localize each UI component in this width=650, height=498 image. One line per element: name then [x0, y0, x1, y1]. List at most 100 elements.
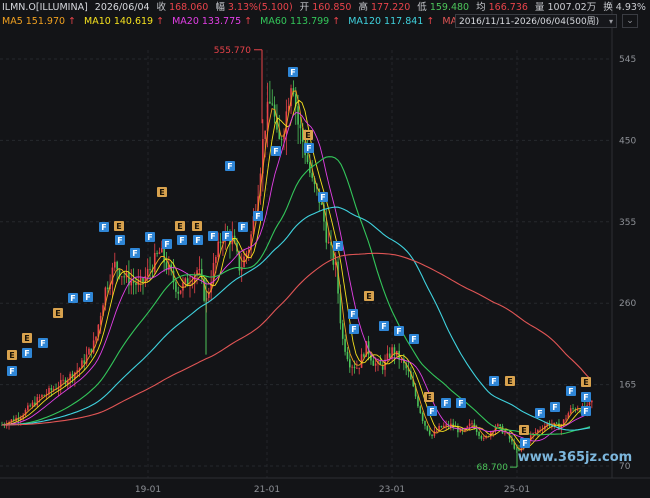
candle-body	[95, 336, 97, 341]
candle-body	[50, 388, 53, 391]
candle-body	[356, 367, 358, 369]
event-marker-e: E	[192, 221, 202, 231]
marker-label: F	[583, 407, 588, 416]
event-marker-f: F	[456, 398, 466, 408]
marker-label: F	[537, 409, 542, 418]
marker-label: E	[583, 378, 588, 387]
event-marker-f: F	[238, 222, 248, 232]
event-marker-f: F	[349, 324, 359, 334]
event-marker-e: E	[7, 350, 17, 360]
candle-body	[443, 425, 445, 428]
candle-body	[198, 269, 201, 271]
candle-body	[325, 221, 328, 243]
event-marker-f: F	[253, 211, 263, 221]
event-marker-f: F	[566, 386, 576, 396]
event-marker-f: F	[38, 338, 48, 348]
marker-label: E	[55, 309, 60, 318]
event-marker-f: F	[394, 326, 404, 336]
event-marker-f: F	[304, 143, 314, 153]
quote-field-value: 166.736	[488, 2, 528, 13]
event-marker-f: F	[520, 438, 530, 448]
marker-label: F	[429, 407, 434, 416]
ma-legend-item: MA5 151.970	[2, 16, 66, 27]
event-marker-f: F	[581, 392, 591, 402]
marker-label: F	[381, 322, 386, 331]
candle-body	[468, 423, 471, 427]
candle-body	[158, 252, 161, 254]
quote-info-row: ILMN.O[ILLUMINA] 2026/06/04 收 168.060 幅 3.13%…	[0, 1, 650, 14]
candle-body	[161, 248, 163, 253]
event-marker-f: F	[379, 321, 389, 331]
quote-field-label: 收	[156, 2, 167, 13]
candle-body	[499, 424, 501, 427]
candle-body	[320, 203, 323, 205]
event-marker-f: F	[535, 408, 545, 418]
event-marker-f: F	[441, 398, 451, 408]
candlestick-chart[interactable]: 5454503552601657019-01 21-01 23-01 25-01555…	[0, 0, 650, 498]
event-marker-e: E	[364, 291, 374, 301]
candle-body	[130, 281, 133, 286]
event-marker-f: F	[333, 241, 343, 251]
marker-label: F	[195, 236, 200, 245]
event-marker-f: F	[99, 222, 109, 232]
quote-field-label: 开	[299, 2, 310, 13]
marker-label: F	[290, 68, 295, 77]
marker-label: F	[522, 439, 527, 448]
marker-label: F	[273, 147, 278, 156]
candle-body	[421, 413, 424, 421]
date-range-value: 2016/11/11-2026/06/04(500周)	[459, 17, 600, 27]
x-tick-label: 21-01	[254, 485, 280, 495]
candle-body	[38, 397, 41, 398]
candle-body	[480, 435, 483, 439]
marker-label: F	[227, 162, 232, 171]
marker-label: E	[305, 131, 310, 140]
marker-label: F	[24, 349, 29, 358]
candle-body	[426, 425, 429, 431]
event-marker-f: F	[288, 67, 298, 77]
candle-body	[388, 353, 391, 358]
candle-body	[62, 379, 64, 381]
candle-body	[351, 366, 353, 368]
candle-body	[349, 359, 351, 368]
candle-body	[569, 408, 572, 414]
candle-body	[116, 261, 118, 270]
marker-label: F	[335, 242, 340, 251]
quote-field-label: 幅	[215, 2, 225, 13]
quote-field-value: 4.93%	[615, 2, 646, 13]
marker-label: E	[159, 188, 164, 197]
candle-body	[264, 130, 266, 140]
marker-label: E	[507, 377, 512, 386]
candle-body	[269, 101, 271, 104]
candle-body	[184, 278, 187, 283]
candle-body	[106, 287, 109, 289]
candle-body	[576, 409, 579, 411]
event-markers: FE FEFEF FF EFFFEFEFEF F FFFFFFEFFFFFEFFFEFF F…	[7, 67, 591, 448]
event-marker-f: F	[22, 348, 32, 358]
event-marker-f: F	[83, 292, 93, 302]
quote-field-label: 高	[358, 2, 368, 13]
y-tick-label: 450	[619, 136, 636, 146]
candle-body	[475, 428, 478, 432]
marker-label: F	[210, 232, 215, 241]
candle-body	[346, 351, 349, 360]
event-marker-f: F	[225, 161, 235, 171]
candle-body	[588, 402, 591, 406]
date-range-select[interactable]: 2016/11/11-2026/06/04(500周) ▾	[455, 14, 617, 28]
event-marker-e: E	[581, 377, 591, 387]
marker-label: F	[70, 294, 75, 303]
event-marker-f: F	[348, 309, 358, 319]
event-marker-e: E	[53, 308, 63, 318]
candle-body	[149, 269, 151, 270]
x-tick-label: 25-01	[504, 485, 530, 495]
marker-label: E	[521, 426, 526, 435]
candle-body	[177, 291, 180, 294]
marker-label: F	[350, 310, 355, 319]
chart-panel: 545 450 355 260 165 70 19-01 21-01 23-01 25-01 555…	[0, 0, 650, 498]
candle-body	[478, 431, 480, 436]
candle-body	[419, 406, 422, 414]
chevron-down-icon: ⌄	[626, 16, 634, 26]
chart-settings-button[interactable]: ⌄	[622, 14, 638, 28]
candle-body	[353, 366, 356, 369]
candle-body	[417, 396, 419, 407]
quote-field-value: 159.480	[429, 2, 470, 13]
